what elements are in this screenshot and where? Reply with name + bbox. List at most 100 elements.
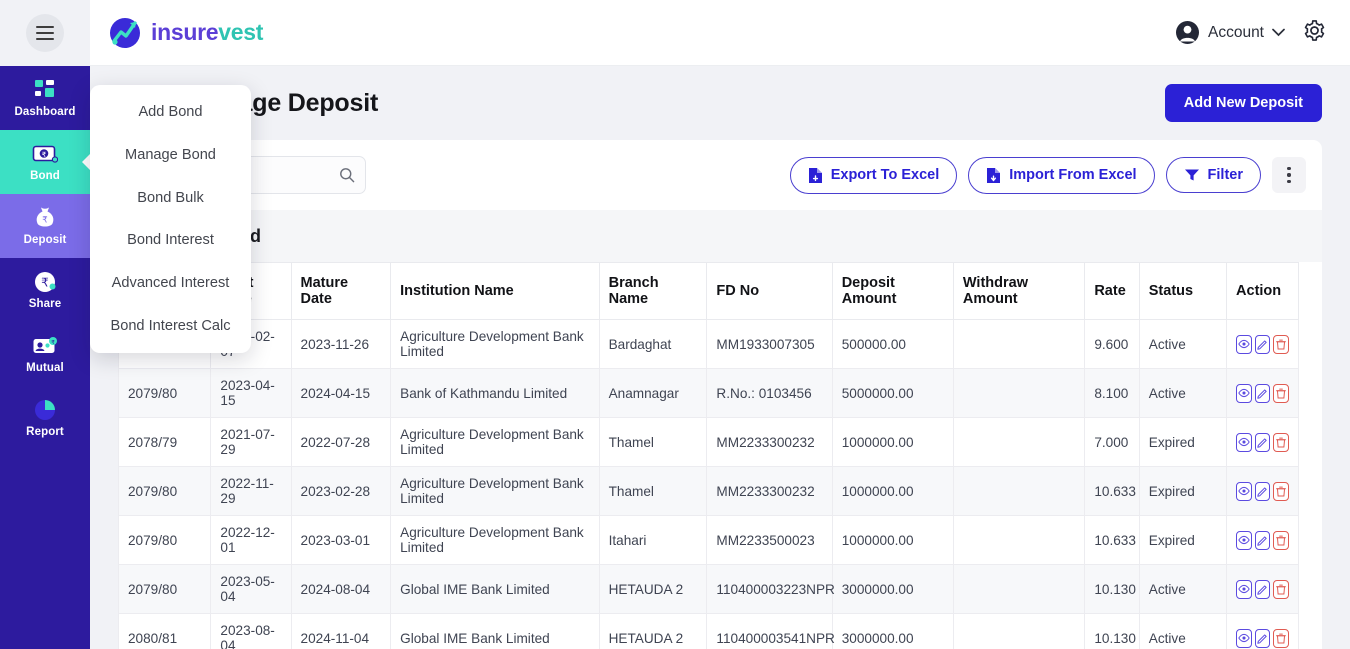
filter-button[interactable]: Filter	[1165, 157, 1261, 193]
col-branch-name[interactable]: Branch Name	[598, 262, 708, 320]
col-rate[interactable]: Rate	[1084, 262, 1140, 320]
sidebar-item-bond[interactable]: ₹ Bond	[0, 130, 91, 194]
col-action: Action	[1226, 262, 1299, 320]
gear-icon	[1304, 19, 1325, 41]
deposit-card: Export To Excel Import From Excel Filter	[118, 140, 1322, 649]
insurevest-logo-icon	[110, 17, 140, 48]
pencil-icon[interactable]	[1254, 530, 1271, 550]
sidebar-item-deposit[interactable]: ₹ Deposit	[0, 194, 90, 258]
table-row[interactable]: 2078/792022-02-072023-11-26Agriculture D…	[118, 319, 1299, 369]
pencil-icon[interactable]	[1254, 432, 1271, 452]
menu-item-manage-bond[interactable]: Manage Bond	[90, 134, 251, 177]
pencil-icon[interactable]	[1254, 628, 1271, 648]
cell-withdraw-amount	[952, 368, 1086, 418]
eye-icon[interactable]	[1236, 334, 1252, 354]
table-body: 2078/792022-02-072023-11-26Agriculture D…	[118, 319, 1299, 649]
cell-fd-no: MM1933007305	[706, 319, 833, 369]
col-status[interactable]: Status	[1138, 262, 1228, 320]
import-from-excel-button[interactable]: Import From Excel	[968, 156, 1155, 194]
cell-rate: 8.100	[1084, 368, 1140, 418]
menu-item-bond-bulk[interactable]: Bond Bulk	[90, 176, 251, 219]
settings-gear-button[interactable]	[1303, 19, 1326, 47]
trash-icon[interactable]	[1273, 432, 1289, 452]
sidebar-item-label: Share	[28, 298, 62, 310]
eye-icon[interactable]	[1236, 530, 1252, 550]
records-found-bar: records found	[118, 210, 1322, 262]
sidebar-item-report[interactable]: Report	[0, 386, 90, 450]
cell-withdraw-amount	[952, 417, 1086, 467]
cell-fiscal-year: 2078/79	[118, 417, 212, 467]
cell-status: Active	[1138, 564, 1228, 614]
trash-icon[interactable]	[1273, 579, 1289, 599]
more-options-button[interactable]	[1272, 157, 1306, 193]
row-actions	[1236, 481, 1289, 501]
trash-icon[interactable]	[1273, 530, 1289, 550]
sidebar-item-mutual[interactable]: ₹ Mutual	[0, 322, 90, 386]
row-actions	[1236, 334, 1289, 354]
cell-deposit-amount: 1000000.00	[831, 417, 954, 467]
cell-status: Expired	[1138, 417, 1228, 467]
col-fd-no[interactable]: FD No	[706, 262, 833, 320]
sidebar-item-dashboard[interactable]: Dashboard	[0, 66, 90, 130]
trash-icon[interactable]	[1273, 334, 1289, 354]
brand-logo[interactable]: insurevest	[108, 16, 263, 50]
col-institution-name[interactable]: Institution Name	[390, 262, 600, 320]
menu-item-add-bond[interactable]: Add Bond	[90, 91, 251, 134]
sidebar-item-share[interactable]: ₹ Share	[0, 258, 90, 322]
table-row[interactable]: 2079/80 2023-04-15 2024-04-15 Bank of Kathm…	[118, 368, 1299, 418]
eye-icon[interactable]	[1236, 383, 1252, 403]
brand-part-2: vest	[218, 19, 264, 45]
col-withdraw-amount[interactable]: Withdraw Amount	[952, 262, 1086, 320]
search-icon[interactable]	[339, 167, 355, 183]
cell-fd-no: MM2233300232	[706, 417, 833, 467]
account-menu[interactable]: Account	[1175, 20, 1285, 45]
col-deposit-amount[interactable]: Deposit Amount	[831, 262, 954, 320]
export-file-icon	[808, 167, 822, 183]
page-header: Deposit Manage Deposit Add New Deposit	[90, 66, 1350, 140]
table-scroll-container[interactable]: Fiscal Year Start Date Mature Date Insti…	[118, 262, 1322, 649]
cell-mature-date: 2024-11-04	[290, 613, 392, 649]
table-row[interactable]: 2079/80 2022-11-29 2023-02-28 Agriculture D…	[118, 466, 1299, 516]
row-actions	[1236, 383, 1289, 403]
eye-icon[interactable]	[1236, 628, 1252, 648]
export-to-excel-button[interactable]: Export To Excel	[789, 156, 958, 194]
cell-start-date: 2022-12-01	[210, 515, 292, 565]
cell-deposit-amount: 500000.00	[831, 319, 954, 369]
pencil-icon[interactable]	[1254, 334, 1271, 354]
pencil-icon[interactable]	[1254, 579, 1271, 599]
menu-item-bond-interest-calc[interactable]: Bond Interest Calc	[90, 304, 251, 347]
sidebar-item-label: Dashboard	[14, 106, 76, 118]
cell-start-date: 2023-05-04	[210, 564, 292, 614]
pencil-icon[interactable]	[1254, 383, 1271, 403]
eye-icon[interactable]	[1236, 579, 1252, 599]
cell-withdraw-amount	[952, 466, 1086, 516]
col-mature-date[interactable]: Mature Date	[290, 262, 392, 320]
pencil-icon[interactable]	[1254, 481, 1271, 501]
eye-icon[interactable]	[1236, 481, 1252, 501]
cell-institution: Global IME Bank Limited	[390, 613, 600, 649]
add-new-deposit-button[interactable]: Add New Deposit	[1164, 84, 1322, 122]
trash-icon[interactable]	[1273, 383, 1289, 403]
trash-icon[interactable]	[1273, 628, 1289, 648]
table-row[interactable]: 2080/81 2023-08-04 2024-11-04 Global IME Ba…	[118, 613, 1299, 649]
cell-withdraw-amount	[952, 564, 1086, 614]
eye-icon[interactable]	[1236, 432, 1252, 452]
svg-text:₹: ₹	[42, 215, 48, 225]
cell-deposit-amount: 1000000.00	[831, 515, 954, 565]
trash-icon[interactable]	[1273, 481, 1289, 501]
hamburger-menu-icon[interactable]	[26, 14, 64, 52]
table-row[interactable]: 2078/79 2021-07-29 2022-07-28 Agriculture D…	[118, 417, 1299, 467]
cell-mature-date: 2024-04-15	[290, 368, 392, 418]
user-avatar-icon	[1175, 21, 1199, 44]
table-row[interactable]: 2079/80 2022-12-01 2023-03-01 Agriculture D…	[118, 515, 1299, 565]
table-row[interactable]: 2079/80 2023-05-04 2024-08-04 Global IME Ba…	[118, 564, 1299, 614]
cell-fd-no: 110400003541NPR	[706, 613, 835, 649]
cell-start-date: 2023-08-04	[210, 613, 292, 649]
menu-item-bond-interest[interactable]: Bond Interest	[90, 219, 251, 262]
cell-mature-date: 2023-02-28	[290, 466, 392, 516]
menu-item-advanced-interest[interactable]: Advanced Interest	[90, 262, 251, 305]
brand-part-1: insure	[151, 19, 219, 45]
cell-deposit-amount: 3000000.00	[831, 564, 954, 614]
account-label: Account	[1207, 23, 1264, 41]
cell-start-date: 2023-04-15	[210, 368, 292, 418]
